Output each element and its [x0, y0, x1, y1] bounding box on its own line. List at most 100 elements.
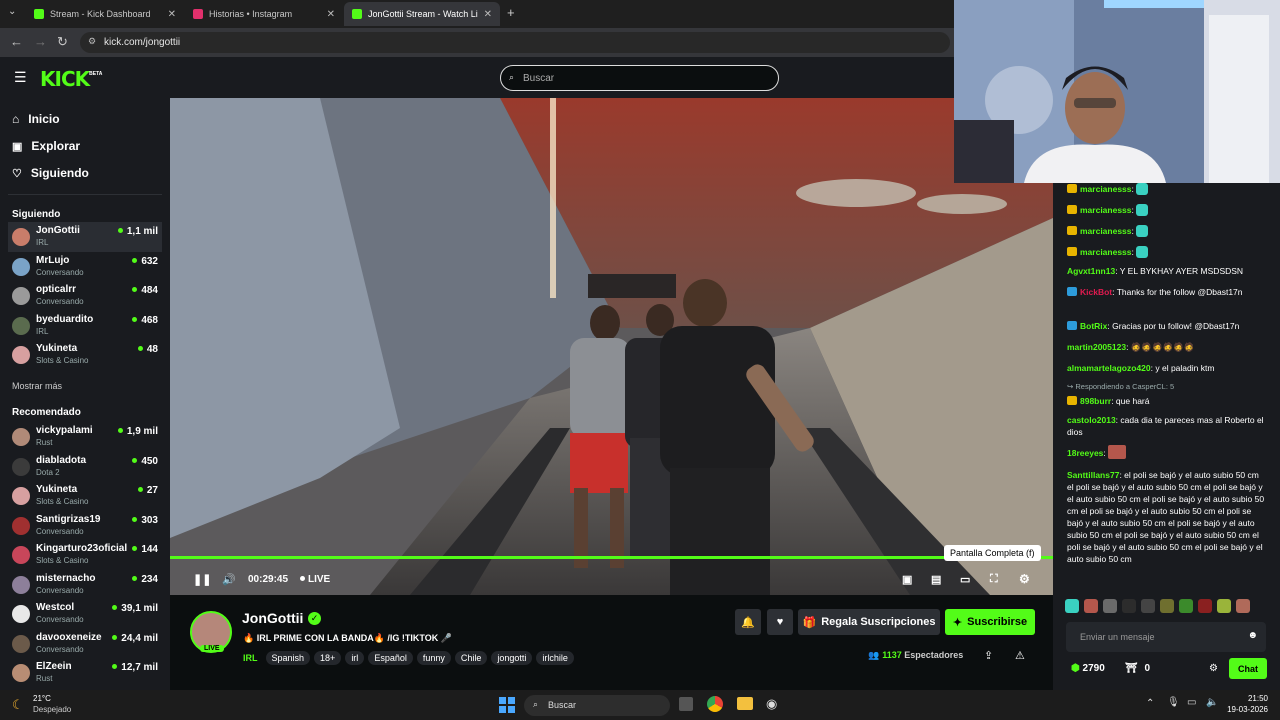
- tag-chip[interactable]: irlchile: [536, 651, 574, 665]
- forward-icon[interactable]: →: [34, 34, 47, 49]
- tag-chip[interactable]: 18+: [314, 651, 342, 665]
- fullscreen-icon[interactable]: ⛶: [990, 573, 998, 586]
- menu-icon[interactable]: ☰: [14, 69, 27, 86]
- microphone-icon[interactable]: 🎙: [1167, 697, 1180, 708]
- tag-chip[interactable]: jongotti: [491, 651, 533, 665]
- category-link[interactable]: IRL: [243, 653, 258, 663]
- chrome-icon[interactable]: [707, 696, 723, 712]
- chat-input[interactable]: Enviar un mensaje ☻: [1066, 622, 1266, 652]
- chat-settings-icon[interactable]: ⚙: [1209, 663, 1218, 674]
- theater-mode-icon[interactable]: ▭: [960, 573, 970, 586]
- follow-button[interactable]: ♥: [767, 609, 793, 635]
- network-icon[interactable]: ▭: [1187, 697, 1196, 708]
- chat-username[interactable]: Agvxt1nn13: [1067, 266, 1115, 276]
- channel-item[interactable]: diabladota Dota 2 450: [8, 452, 162, 482]
- sidebar-item-inicio[interactable]: ⌂ Inicio: [12, 112, 60, 126]
- chat-username[interactable]: martin2005123: [1067, 342, 1126, 352]
- chat-username[interactable]: castolo2013: [1067, 415, 1116, 425]
- file-explorer-icon[interactable]: [737, 697, 753, 710]
- emote-icon[interactable]: [1122, 599, 1136, 613]
- tray-chevron-icon[interactable]: ⌃: [1146, 698, 1154, 709]
- emote-bar[interactable]: [1065, 599, 1270, 615]
- tag-chip[interactable]: Chile: [454, 651, 488, 665]
- start-button[interactable]: [499, 697, 515, 713]
- obs-icon[interactable]: ◉: [766, 696, 777, 712]
- channel-item[interactable]: Yukineta Slots & Casino 27: [8, 481, 162, 511]
- share-icon[interactable]: ⇪: [984, 649, 993, 662]
- miniplayer-icon[interactable]: ▣: [902, 573, 912, 586]
- channel-item[interactable]: MrLujo Conversando 632: [8, 252, 162, 282]
- channel-item[interactable]: JonGottii IRL 1,1 mil: [8, 222, 162, 252]
- channel-item[interactable]: Kingarturo23oficial Slots & Casino 144: [8, 540, 162, 570]
- volume-icon[interactable]: 🔊: [222, 573, 236, 586]
- channel-item[interactable]: Santigrizas19 Conversando 303: [8, 511, 162, 541]
- site-info-icon[interactable]: ⚙: [88, 36, 96, 47]
- close-tab-icon[interactable]: ✕: [168, 9, 176, 20]
- emote-icon[interactable]: [1179, 599, 1193, 613]
- chat-username[interactable]: 18reeyes: [1067, 448, 1103, 458]
- tag-chip[interactable]: Spanish: [265, 651, 311, 665]
- clip-icon[interactable]: ▤: [931, 573, 941, 586]
- channel-item[interactable]: byeduardito IRL 468: [8, 311, 162, 341]
- new-tab-icon[interactable]: +: [507, 5, 515, 20]
- gift-subscriptions-button[interactable]: 🎁 Regala Suscripciones: [798, 609, 940, 635]
- chat-username[interactable]: almamartelagozo420: [1067, 363, 1151, 373]
- close-tab-icon[interactable]: ✕: [484, 9, 492, 20]
- taskbar-search[interactable]: ⌕ Buscar: [524, 695, 670, 716]
- channel-item[interactable]: vickypalami Rust 1,9 mil: [8, 422, 162, 452]
- channel-item[interactable]: ElZeein Rust 12,7 mil: [8, 658, 162, 688]
- subscribe-button[interactable]: ✦ Suscribirse: [945, 609, 1035, 635]
- report-icon[interactable]: ⚠: [1015, 649, 1025, 662]
- tab-kick-dashboard[interactable]: Stream - Kick Dashboard ✕: [26, 2, 184, 26]
- video-progress-bar[interactable]: [170, 556, 1053, 559]
- search-input[interactable]: ⌕ Buscar: [500, 65, 779, 91]
- channel-item[interactable]: opticalrr Conversando 484: [8, 281, 162, 311]
- chat-username[interactable]: 898burr: [1080, 396, 1111, 406]
- tab-search-icon[interactable]: ⌄: [8, 6, 16, 17]
- tag-chip[interactable]: Español: [368, 651, 413, 665]
- emoji-icon[interactable]: ☻: [1247, 630, 1258, 641]
- address-bar[interactable]: ⚙ kick.com/jongottii: [80, 32, 950, 53]
- emote-icon[interactable]: [1084, 599, 1098, 613]
- emote-icon[interactable]: [1198, 599, 1212, 613]
- notifications-button[interactable]: 🔔: [735, 609, 761, 635]
- chat-username[interactable]: marcianesss: [1080, 226, 1132, 236]
- settings-icon[interactable]: ⚙: [1019, 572, 1030, 586]
- sidebar-item-siguiendo[interactable]: ♡ Siguiendo: [12, 166, 89, 180]
- sidebar-item-explorar[interactable]: ▣ Explorar: [12, 139, 80, 153]
- emote-icon[interactable]: [1217, 599, 1231, 613]
- clock-time[interactable]: 21:50: [1222, 694, 1268, 703]
- chat-username[interactable]: KickBot: [1080, 287, 1112, 297]
- emote-icon[interactable]: [1160, 599, 1174, 613]
- tag-chip[interactable]: irl: [345, 651, 365, 665]
- channel-points[interactable]: ⬢ 2790: [1071, 663, 1105, 674]
- chat-username[interactable]: BotRix: [1080, 321, 1107, 331]
- back-icon[interactable]: ←: [10, 34, 23, 49]
- chat-username[interactable]: Santtillans77: [1067, 470, 1119, 480]
- weather-temp[interactable]: 21°C: [33, 694, 51, 703]
- video-player[interactable]: [170, 98, 1053, 595]
- channel-item[interactable]: Yukineta Slots & Casino 48: [8, 340, 162, 370]
- tab-instagram[interactable]: Historias • Instagram ✕: [185, 2, 343, 26]
- send-chat-button[interactable]: Chat: [1229, 658, 1267, 679]
- channel-item[interactable]: davooxeneize Conversando 24,4 mil: [8, 629, 162, 659]
- kick-logo[interactable]: KICKBETA: [40, 67, 102, 91]
- streamer-name[interactable]: JonGottii: [242, 610, 303, 626]
- emote-icon[interactable]: [1103, 599, 1117, 613]
- tag-chip[interactable]: funny: [416, 651, 451, 665]
- emote-icon[interactable]: [1141, 599, 1155, 613]
- gift-counter[interactable]: ⛩ 0: [1125, 663, 1150, 674]
- channel-item[interactable]: misternacho Conversando 234: [8, 570, 162, 600]
- show-more-link[interactable]: Mostrar más: [12, 381, 62, 391]
- chat-username[interactable]: marcianesss: [1080, 184, 1132, 194]
- tab-jongottii-stream[interactable]: JonGottii Stream - Watch Li ✕: [344, 2, 500, 26]
- reload-icon[interactable]: ↻: [57, 34, 68, 50]
- close-tab-icon[interactable]: ✕: [327, 9, 335, 20]
- pause-icon[interactable]: ❚❚: [193, 573, 211, 586]
- emote-icon[interactable]: [1065, 599, 1079, 613]
- speaker-icon[interactable]: 🔈: [1206, 697, 1218, 708]
- task-view-icon[interactable]: [679, 697, 693, 711]
- emote-icon[interactable]: [1236, 599, 1250, 613]
- channel-item[interactable]: Westcol Conversando 39,1 mil: [8, 599, 162, 629]
- chat-username[interactable]: marcianesss: [1080, 247, 1132, 257]
